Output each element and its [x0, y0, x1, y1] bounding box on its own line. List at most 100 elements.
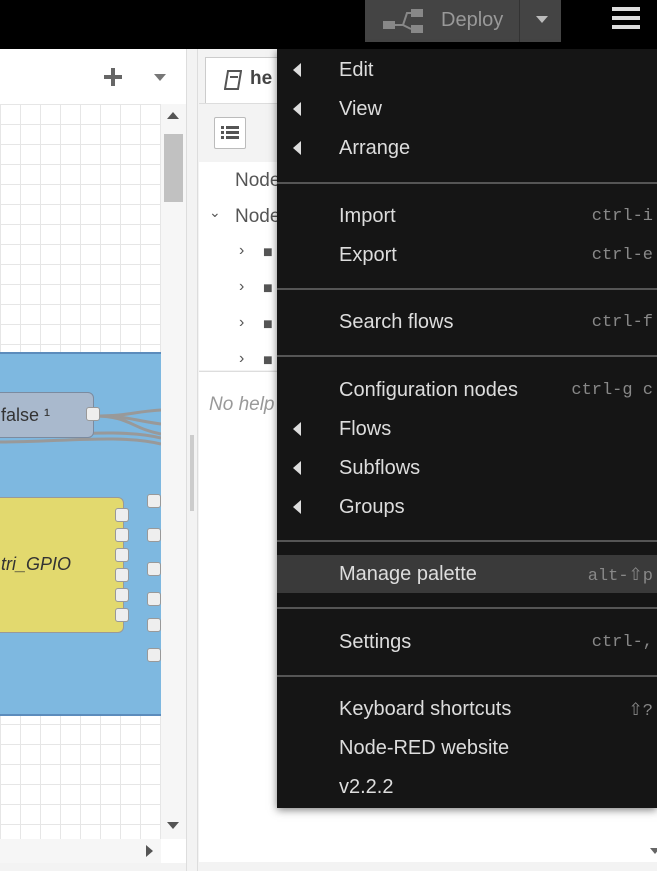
menu-separator	[277, 607, 657, 609]
chevron-down-icon[interactable]: ⌄	[209, 204, 221, 221]
canvas-footer-bar	[0, 863, 186, 871]
chevron-right-icon[interactable]: ›	[239, 278, 244, 296]
chevron-right-icon[interactable]: ›	[239, 350, 244, 368]
canvas-horizontal-scrollbar[interactable]	[0, 839, 161, 863]
tree-row[interactable]: Node	[235, 170, 280, 192]
menu-item-manage-palette[interactable]: Manage palette alt-⇧p	[277, 555, 657, 593]
submenu-arrow-icon	[293, 141, 301, 155]
menu-item-version: v2.2.2	[277, 768, 657, 806]
scroll-down-icon[interactable]	[167, 822, 179, 829]
menu-item-arrange[interactable]: Arrange	[277, 129, 657, 167]
deploy-label: Deploy	[441, 9, 504, 31]
menu-item-settings[interactable]: Settings ctrl-,	[277, 623, 657, 661]
menu-item-view[interactable]: View	[277, 90, 657, 128]
menu-item-groups[interactable]: Groups	[277, 488, 657, 526]
input-port[interactable]	[147, 494, 161, 508]
deploy-icon	[383, 9, 423, 33]
menu-item-shortcut: ⇧?	[628, 702, 653, 721]
menu-item-subflows[interactable]: Subflows	[277, 449, 657, 487]
menu-item-shortcut: ctrl-f	[591, 313, 653, 332]
menu-item-shortcut: ctrl-e	[591, 246, 653, 265]
false-node-output-port[interactable]	[86, 407, 100, 421]
tree-row[interactable]: Node	[235, 206, 280, 228]
menu-item-edit[interactable]: Edit	[277, 51, 657, 89]
version-label: v2.2.2	[339, 776, 394, 798]
menu-item-label: Subflows	[339, 457, 421, 479]
gpio-node-output-port[interactable]	[115, 508, 129, 522]
menu-item-label: Node-RED website	[339, 737, 510, 759]
menu-item-search-flows[interactable]: Search flows ctrl-f	[277, 303, 657, 341]
menu-item-label: Keyboard shortcuts	[339, 698, 512, 720]
submenu-arrow-icon	[293, 63, 301, 77]
input-port[interactable]	[147, 648, 161, 662]
menu-item-configuration-nodes[interactable]: Configuration nodes ctrl-g c	[277, 371, 657, 409]
deploy-button[interactable]: Deploy	[365, 0, 561, 42]
menu-item-label: Settings	[339, 631, 412, 653]
chevron-right-icon[interactable]: ›	[239, 242, 244, 260]
menu-item-shortcut: ctrl-g c	[571, 381, 653, 400]
menu-item-label: Configuration nodes	[339, 379, 519, 401]
flow-list-caret-icon[interactable]	[154, 74, 166, 81]
menu-item-label: Flows	[339, 418, 392, 440]
gpio-node-output-port[interactable]	[115, 568, 129, 582]
gpio-node-output-port[interactable]	[115, 588, 129, 602]
gpio-node-output-port[interactable]	[115, 608, 129, 622]
scroll-right-icon[interactable]	[146, 845, 153, 857]
resize-grip[interactable]	[190, 435, 194, 511]
scroll-down-icon[interactable]	[650, 848, 657, 854]
false-node[interactable]: false ¹	[0, 392, 100, 438]
menu-separator	[277, 182, 657, 184]
menu-item-label: Groups	[339, 496, 405, 518]
node-cube-icon: ■	[263, 316, 273, 333]
menu-separator	[277, 540, 657, 542]
submenu-arrow-icon	[293, 500, 301, 514]
menu-item-label: Arrange	[339, 137, 411, 159]
gpio-node-label: tri_GPIO	[1, 554, 72, 574]
sidebar-resize-handle[interactable]	[186, 49, 198, 871]
list-icon	[221, 126, 239, 139]
menu-item-flows[interactable]: Flows	[277, 410, 657, 448]
orange-node-stack[interactable]	[147, 482, 161, 678]
toc-button[interactable]	[214, 117, 246, 149]
input-port[interactable]	[147, 562, 161, 576]
main-menu-dropdown: Edit View Arrange Import ctrl-i Export c…	[277, 49, 657, 808]
gpio-node-output-port[interactable]	[115, 548, 129, 562]
menu-item-export[interactable]: Export ctrl-e	[277, 236, 657, 274]
deploy-options-caret-icon[interactable]	[536, 16, 548, 23]
menu-item-node-red-website[interactable]: Node-RED website	[277, 729, 657, 767]
node-cube-icon: ■	[263, 352, 273, 369]
gpio-node-output-port[interactable]	[115, 528, 129, 542]
menu-item-import[interactable]: Import ctrl-i	[277, 197, 657, 235]
node-cube-icon: ■	[263, 244, 273, 261]
add-flow-icon[interactable]	[104, 68, 122, 86]
chevron-right-icon[interactable]: ›	[239, 314, 244, 332]
scrollbar-thumb[interactable]	[164, 134, 183, 202]
menu-item-label: View	[339, 98, 382, 120]
menu-separator	[277, 675, 657, 677]
input-port[interactable]	[147, 618, 161, 632]
menu-separator	[277, 288, 657, 290]
menu-item-label: Export	[339, 244, 397, 266]
menu-item-label: Search flows	[339, 311, 454, 333]
submenu-arrow-icon	[293, 422, 301, 436]
input-port[interactable]	[147, 528, 161, 542]
false-node-label: false ¹	[1, 405, 51, 425]
gpio-node[interactable]: tri_GPIO	[0, 497, 129, 633]
submenu-arrow-icon	[293, 102, 301, 116]
menu-item-label: Import	[339, 205, 396, 227]
menu-item-shortcut: alt-⇧p	[587, 567, 653, 586]
main-menu-icon[interactable]	[612, 7, 640, 29]
menu-item-shortcut: ctrl-i	[591, 207, 653, 226]
input-port[interactable]	[147, 592, 161, 606]
menu-separator	[277, 355, 657, 357]
deploy-separator	[519, 0, 520, 42]
submenu-arrow-icon	[293, 461, 301, 475]
workspace-tabs-bar	[0, 49, 186, 105]
menu-item-shortcut: ctrl-,	[591, 633, 653, 652]
help-placeholder: No help	[209, 394, 275, 415]
book-icon	[224, 70, 242, 90]
menu-item-keyboard-shortcuts[interactable]: Keyboard shortcuts ⇧?	[277, 690, 657, 728]
node-cube-icon: ■	[263, 280, 273, 297]
canvas-vertical-scrollbar[interactable]	[161, 104, 186, 839]
scroll-up-icon[interactable]	[167, 112, 179, 119]
